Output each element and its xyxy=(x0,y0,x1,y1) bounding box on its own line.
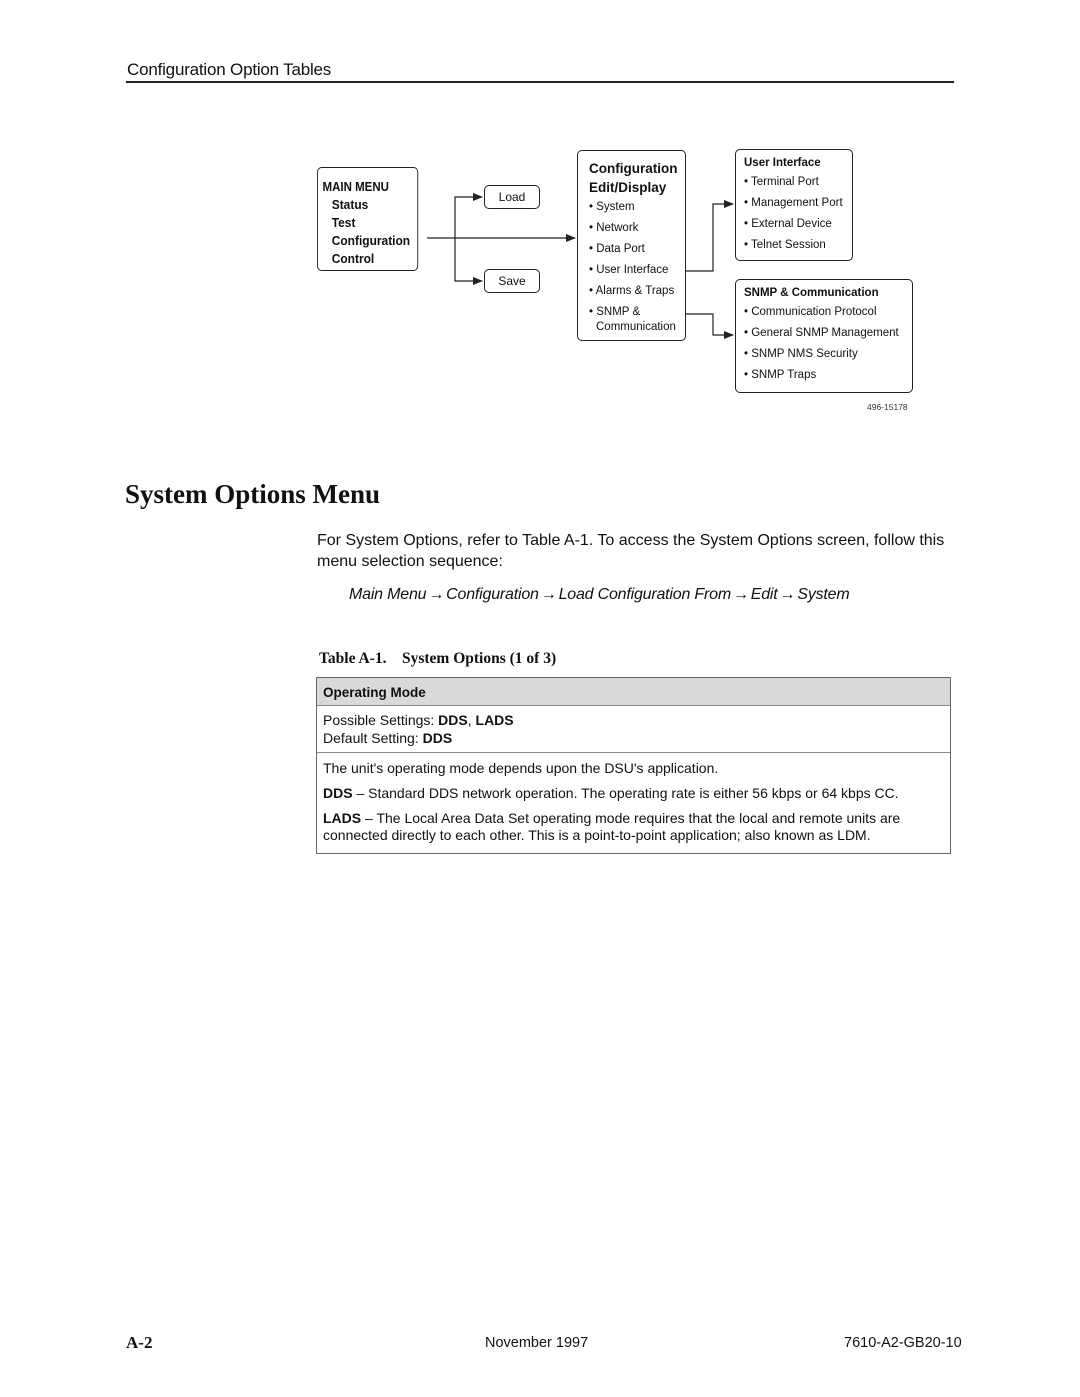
main-menu-item-status: Status xyxy=(331,197,369,212)
ui-item: • Management Port xyxy=(744,197,843,209)
config-edit-box: Configuration Edit/Display • System • Ne… xyxy=(577,150,686,341)
connector-to-load xyxy=(454,193,483,238)
load-box: Load xyxy=(484,185,540,209)
main-menu-title: MAIN MENU xyxy=(322,180,389,194)
main-menu-item-control: Control xyxy=(331,251,375,266)
seq-system: System xyxy=(797,586,850,603)
snmp-title: SNMP & Communication xyxy=(744,287,879,299)
intro-paragraph: For System Options, refer to Table A-1. … xyxy=(317,532,945,570)
ui-item: • Telnet Session xyxy=(744,239,826,251)
config-item-snmp: • SNMP & xyxy=(589,306,641,318)
possible-settings: Possible Settings: DDS, LADS xyxy=(323,712,514,728)
snmp-item: • General SNMP Management xyxy=(744,327,899,339)
arrow-icon: → xyxy=(428,586,445,603)
config-item-snmp-cont: Communication xyxy=(596,321,676,333)
config-item-data-port: • Data Port xyxy=(589,243,645,255)
footer-doc-number: 7610-A2-GB20-10 xyxy=(844,1335,962,1351)
save-box: Save xyxy=(484,269,540,293)
dds-description: DDS – Standard DDS network operation. Th… xyxy=(323,785,899,801)
arrow-icon: → xyxy=(779,586,796,603)
description-row: The unit's operating mode depends upon t… xyxy=(317,753,950,853)
seq-main-menu: Main Menu xyxy=(349,586,427,603)
seq-load-config: Load Configuration From xyxy=(558,586,732,603)
arrow-icon: → xyxy=(732,586,749,603)
seq-configuration: Configuration xyxy=(446,586,539,603)
diagram-connectors xyxy=(427,193,734,339)
section-title: System Options Menu xyxy=(125,479,381,509)
user-interface-box: User Interface • Terminal Port • Managem… xyxy=(735,149,853,261)
config-item-network: • Network xyxy=(589,222,639,234)
arrow-icon: → xyxy=(540,586,557,603)
user-interface-title: User Interface xyxy=(744,157,821,169)
seq-edit: Edit xyxy=(750,586,778,603)
snmp-communication-box: SNMP & Communication • Communication Pro… xyxy=(735,279,913,393)
main-menu-item-configuration: Configuration xyxy=(331,233,411,248)
snmp-item: • Communication Protocol xyxy=(744,306,877,318)
settings-row: Possible Settings: DDS, LADS Default Set… xyxy=(317,706,950,753)
config-edit-title-1: Configuration xyxy=(589,161,678,176)
config-item-system: • System xyxy=(589,201,635,213)
ui-item: • External Device xyxy=(744,218,832,230)
footer-date: November 1997 xyxy=(485,1335,589,1351)
table-header-operating-mode: Operating Mode xyxy=(317,678,950,706)
figure-id: 496-15178 xyxy=(867,402,908,412)
description: The unit's operating mode depends upon t… xyxy=(323,760,719,776)
footer-page-number: A-2 xyxy=(126,1333,153,1352)
default-setting: Default Setting: DDS xyxy=(323,730,453,746)
system-options-table: Operating Mode Possible Settings: DDS, L… xyxy=(316,677,951,854)
table-caption: Table A-1. System Options (1 of 3) xyxy=(319,650,557,667)
snmp-item: • SNMP Traps xyxy=(744,369,817,381)
menu-sequence: Main Menu → Configuration → Load Configurati… xyxy=(349,586,850,604)
snmp-item: • SNMP NMS Security xyxy=(744,348,858,360)
connector-to-save xyxy=(454,238,483,285)
main-menu-item-test: Test xyxy=(331,215,356,230)
lads-description: LADS – The Local Area Data Set operating… xyxy=(323,810,901,843)
config-item-user-interface: • User Interface xyxy=(589,264,669,276)
config-edit-title-2: Edit/Display xyxy=(589,180,667,195)
config-item-alarms-traps: • Alarms & Traps xyxy=(589,285,675,297)
ui-item: • Terminal Port xyxy=(744,176,819,188)
main-menu-box: MAIN MENU Status Test Configuration Cont… xyxy=(317,167,419,271)
